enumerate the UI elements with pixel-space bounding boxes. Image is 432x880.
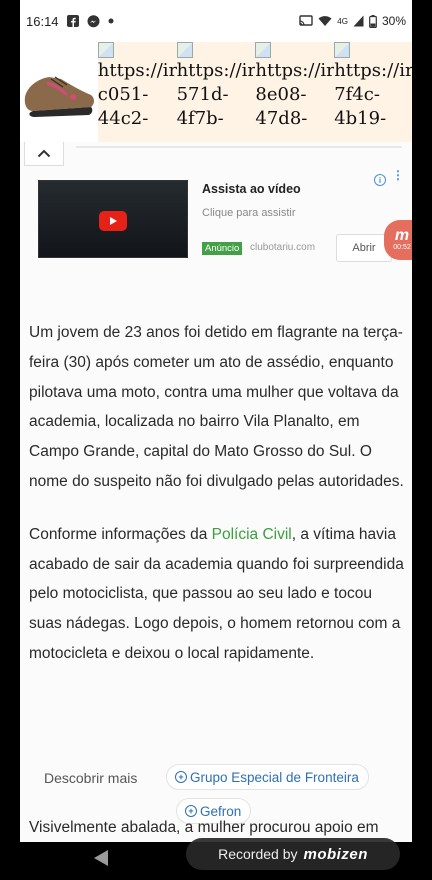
broken-image-icon bbox=[176, 42, 193, 58]
image-alt-text: https://ir bbox=[176, 60, 256, 81]
image-alt-text: 4f7b- bbox=[176, 108, 224, 129]
recorder-label: Recorded by bbox=[218, 846, 298, 862]
ad-video-thumbnail[interactable] bbox=[38, 180, 188, 258]
recorder-brand: mobizen bbox=[303, 845, 368, 863]
ad-badge: Anúncio bbox=[202, 242, 243, 255]
paragraph-text: Conforme informações da bbox=[29, 525, 212, 543]
ad-title[interactable]: Assista ao vídeo bbox=[202, 182, 301, 196]
signal-icon bbox=[353, 15, 364, 27]
article-paragraph: Conforme informações da Polícia Civil, a… bbox=[29, 520, 405, 669]
ad-subtitle: Clique para assistir bbox=[202, 207, 296, 219]
broken-image-icon bbox=[255, 42, 272, 58]
image-alt-text: https://ir bbox=[255, 60, 335, 81]
article-paragraph: Um jovem de 23 anos foi detido em flagra… bbox=[29, 324, 404, 490]
facebook-icon bbox=[66, 15, 79, 27]
collapse-button[interactable] bbox=[24, 142, 64, 166]
screen-recorder-watermark: Recorded by mobizen bbox=[186, 838, 400, 870]
status-right: 4G 30% bbox=[299, 14, 406, 28]
battery-percent: 30% bbox=[381, 14, 406, 28]
play-icon bbox=[99, 211, 127, 231]
back-icon[interactable] bbox=[94, 850, 108, 866]
article-body: Um jovem de 23 anos foi detido em flagra… bbox=[29, 318, 405, 692]
network-type: 4G bbox=[337, 16, 348, 26]
status-bar: 16:14 4G 30% bbox=[20, 0, 412, 42]
image-alt-text: https://ir bbox=[97, 60, 177, 81]
image-alt-text: https://ir bbox=[334, 60, 412, 81]
image-alt-text: 8e08- bbox=[255, 84, 307, 105]
dot-icon bbox=[108, 18, 114, 24]
ad-info-icon[interactable]: i bbox=[374, 174, 386, 186]
image-alt-text: 4b19- bbox=[334, 108, 387, 129]
broken-image-icon bbox=[334, 42, 351, 58]
mobizen-logo-icon: m bbox=[394, 227, 410, 244]
web-page[interactable]: https://ir c051- 44c2- https://ir 571d- … bbox=[20, 42, 412, 842]
battery-icon bbox=[369, 14, 377, 28]
wifi-icon bbox=[318, 15, 332, 27]
broken-product-image-4[interactable]: https://ir 7f4c- 4b19- bbox=[334, 42, 412, 142]
image-alt-text: 47d8- bbox=[255, 108, 308, 129]
discover-more-section: Descobrir mais + Grupo Especial de Front… bbox=[20, 754, 412, 824]
image-alt-text: 571d- bbox=[176, 84, 229, 105]
broken-product-image-1[interactable]: https://ir c051- 44c2- bbox=[97, 42, 177, 142]
chip-label: Grupo Especial de Fronteira bbox=[190, 769, 359, 785]
ad-collapse-bar bbox=[20, 142, 412, 166]
floating-timer: 00:52 bbox=[393, 244, 411, 251]
messenger-icon bbox=[87, 14, 100, 28]
policia-civil-link[interactable]: Polícia Civil bbox=[212, 526, 292, 543]
broken-product-image-2[interactable]: https://ir 571d- 4f7b- bbox=[176, 42, 256, 142]
chip-grupo-especial-fronteira[interactable]: + Grupo Especial de Fronteira bbox=[166, 764, 369, 790]
product-carousel[interactable]: https://ir c051- 44c2- https://ir 571d- … bbox=[20, 42, 412, 142]
plus-circle-icon: + bbox=[175, 771, 187, 783]
ad-menu-icon[interactable]: ⋮ bbox=[392, 169, 404, 181]
chevron-up-icon bbox=[37, 149, 51, 158]
divider bbox=[76, 146, 402, 148]
image-alt-text: c051- bbox=[97, 84, 149, 105]
article-paragraph-cut: Visivelmente abalada, a mulher procurou … bbox=[29, 819, 379, 836]
video-ad[interactable]: Assista ao vídeo Clique para assistir An… bbox=[20, 169, 412, 280]
image-alt-text: 7f4c- bbox=[334, 84, 380, 105]
ad-domain: clubotariu.com bbox=[250, 242, 316, 253]
status-left: 16:14 bbox=[26, 14, 114, 29]
image-alt-text: 44c2- bbox=[97, 108, 149, 129]
broken-product-image-3[interactable]: https://ir 8e08- 47d8- bbox=[255, 42, 334, 142]
paragraph-text: , a vítima havia acabado de sair da acad… bbox=[29, 525, 404, 662]
shoe-product-image[interactable] bbox=[20, 42, 98, 142]
broken-image-icon bbox=[97, 42, 114, 58]
floating-widget[interactable]: m 00:52 bbox=[384, 220, 412, 260]
cast-icon bbox=[299, 15, 313, 27]
discover-label: Descobrir mais bbox=[44, 770, 138, 786]
clock: 16:14 bbox=[26, 13, 59, 29]
